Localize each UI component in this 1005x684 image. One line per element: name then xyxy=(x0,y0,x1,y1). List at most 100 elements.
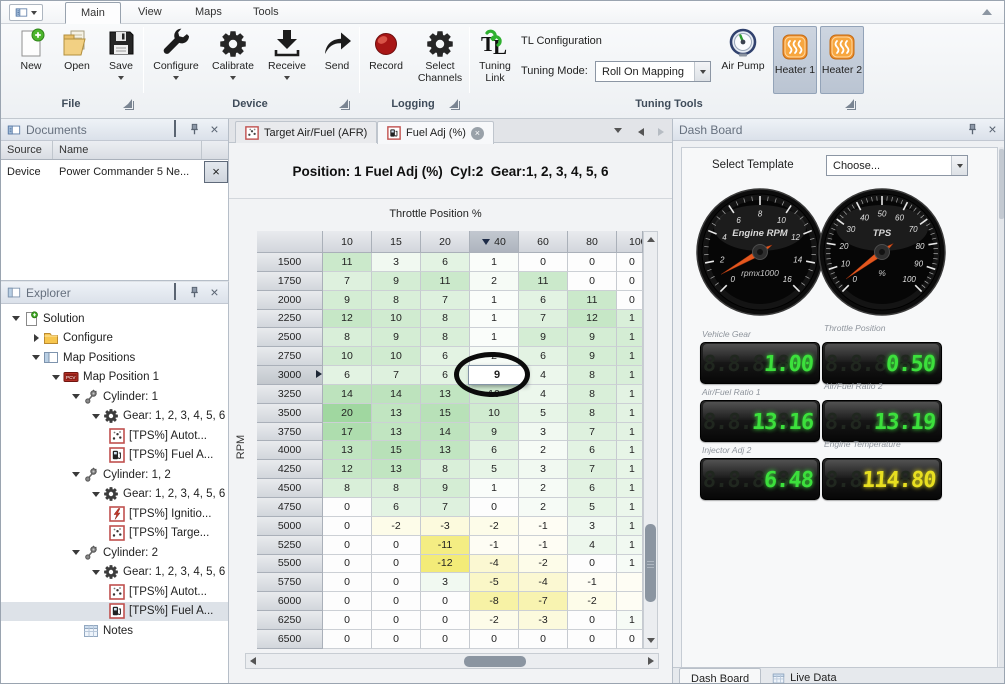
tree-expander-icon[interactable] xyxy=(89,414,103,419)
grid-cell[interactable]: 10 xyxy=(372,347,421,366)
tree-expander-icon[interactable] xyxy=(9,316,23,321)
tuning-link-button[interactable]: TL Tuning Link xyxy=(473,27,517,84)
grid-cell[interactable]: -8 xyxy=(470,592,519,611)
grid-cell[interactable]: 14 xyxy=(323,385,372,404)
grid-cell[interactable]: 2 xyxy=(519,498,568,517)
grid-cell[interactable]: 3 xyxy=(519,423,568,442)
pin-icon[interactable] xyxy=(965,122,980,137)
grid-cell[interactable]: 0 xyxy=(323,555,372,574)
tree-item-map-position-1[interactable]: PCVMap Position 1 xyxy=(1,368,228,388)
grid-cell-clipped[interactable]: 0 xyxy=(617,630,643,649)
grid-cell[interactable]: -3 xyxy=(519,611,568,630)
grid-cell[interactable]: 8 xyxy=(421,310,470,329)
grid-cell[interactable]: 0 xyxy=(323,498,372,517)
tree-expander-icon[interactable] xyxy=(69,550,83,555)
grid-cell[interactable]: -2 xyxy=(519,555,568,574)
grid-cell[interactable]: 9 xyxy=(568,328,617,347)
row-header-4750[interactable]: 4750 xyxy=(257,498,323,517)
grid-cell[interactable]: 7 xyxy=(568,423,617,442)
grid-cell-clipped[interactable]: 1 xyxy=(617,404,643,423)
grid-cell[interactable]: 12 xyxy=(323,460,372,479)
tuning-mode-select[interactable]: Roll On Mapping xyxy=(595,61,711,82)
configure-button[interactable]: Configure xyxy=(148,27,204,80)
heater-1-button[interactable]: Heater 1 xyxy=(773,26,817,94)
grid-cell[interactable]: 0 xyxy=(568,555,617,574)
row-header-3000[interactable]: 3000 xyxy=(257,366,323,385)
tree-expander-icon[interactable] xyxy=(69,394,83,399)
grid-cell[interactable]: 3 xyxy=(372,253,421,272)
column-header-60[interactable]: 60 xyxy=(519,231,568,253)
grid-cell[interactable]: -1 xyxy=(519,536,568,555)
grid-cell[interactable]: 6 xyxy=(421,253,470,272)
grid-cell[interactable]: 0 xyxy=(323,630,372,649)
heater-2-button[interactable]: Heater 2 xyxy=(820,26,864,94)
close-icon[interactable] xyxy=(985,122,1000,137)
grid-cell[interactable]: -11 xyxy=(421,536,470,555)
grid-cell[interactable]: 10 xyxy=(323,347,372,366)
grid-cell[interactable]: 13 xyxy=(372,460,421,479)
grid-cell[interactable]: 17 xyxy=(323,423,372,442)
close-tab-icon[interactable] xyxy=(471,127,484,140)
grid-cell[interactable]: -2 xyxy=(470,611,519,630)
grid-cell-clipped[interactable]: 1 xyxy=(617,498,643,517)
grid-cell[interactable]: 13 xyxy=(421,385,470,404)
ribbon-collapse-icon[interactable] xyxy=(982,9,992,15)
grid-cell[interactable]: 8 xyxy=(421,460,470,479)
grid-cell[interactable]: -1 xyxy=(568,573,617,592)
grid-cell[interactable]: 0 xyxy=(470,498,519,517)
scroll-tabs-right-icon[interactable] xyxy=(658,128,664,136)
grid-cell[interactable]: 11 xyxy=(519,272,568,291)
grid-cell[interactable]: 7 xyxy=(568,460,617,479)
grid-cell[interactable]: 0 xyxy=(372,536,421,555)
air-pump-button[interactable]: Air Pump xyxy=(717,27,769,73)
grid-cell[interactable]: 0 xyxy=(372,592,421,611)
grid-cell[interactable]: 0 xyxy=(372,630,421,649)
row-header-5250[interactable]: 5250 xyxy=(257,536,323,555)
grid-cell[interactable]: -2 xyxy=(470,517,519,536)
grid-cell[interactable]: 2 xyxy=(519,441,568,460)
grid-cell[interactable]: 6 xyxy=(519,347,568,366)
grid-cell[interactable]: 9 xyxy=(372,272,421,291)
grid-cell[interactable]: 3 xyxy=(421,573,470,592)
grid-cell[interactable]: 12 xyxy=(323,310,372,329)
grid-cell[interactable]: 5 xyxy=(470,460,519,479)
grid-cell-clipped[interactable]: 1 xyxy=(617,310,643,329)
grid-cell[interactable]: -7 xyxy=(519,592,568,611)
template-select[interactable]: Choose... xyxy=(826,155,968,176)
grid-cell-clipped[interactable]: 1 xyxy=(617,460,643,479)
column-header-source[interactable]: Source xyxy=(1,141,53,159)
grid-cell[interactable]: 7 xyxy=(519,310,568,329)
row-header-5500[interactable]: 5500 xyxy=(257,555,323,574)
grid-cell[interactable]: 8 xyxy=(372,479,421,498)
grid-cell[interactable]: 6 xyxy=(568,441,617,460)
tuning-tools-dialog-launcher-icon[interactable] xyxy=(847,101,856,110)
document-row[interactable]: Device Power Commander 5 Ne... xyxy=(1,160,228,184)
grid-cell[interactable]: 9 xyxy=(568,347,617,366)
pin-icon[interactable] xyxy=(187,122,202,137)
row-header-2500[interactable]: 2500 xyxy=(257,328,323,347)
tree-item-cylinder-1[interactable]: Cylinder: 1 xyxy=(1,387,228,407)
grid-cell[interactable]: -1 xyxy=(470,536,519,555)
file-dialog-launcher-icon[interactable] xyxy=(125,101,134,110)
ribbon-tab-maps[interactable]: Maps xyxy=(180,2,237,24)
tree-expander-icon[interactable] xyxy=(49,375,63,380)
grid-cell[interactable]: 9 xyxy=(323,291,372,310)
open-button[interactable]: Open xyxy=(55,27,99,73)
maximize-icon[interactable] xyxy=(167,285,182,300)
grid-cell[interactable]: 12 xyxy=(568,310,617,329)
grid-cell-clipped[interactable]: 1 xyxy=(617,328,643,347)
grid-cell[interactable]: 6 xyxy=(372,498,421,517)
send-button[interactable]: Send xyxy=(314,27,360,73)
grid-cell[interactable]: 2 xyxy=(519,479,568,498)
row-header-1500[interactable]: 1500 xyxy=(257,253,323,272)
tab-target-air-fuel[interactable]: Target Air/Fuel (AFR) xyxy=(235,121,377,143)
grid-cell-clipped[interactable]: 1 xyxy=(617,423,643,442)
row-header-5750[interactable]: 5750 xyxy=(257,573,323,592)
grid-cell[interactable]: 8 xyxy=(323,479,372,498)
column-header-40[interactable]: 40 xyxy=(470,231,519,253)
column-header-name[interactable]: Name xyxy=(53,141,202,159)
grid-cell[interactable]: 4 xyxy=(519,366,568,385)
grid-cell-clipped[interactable]: 1 xyxy=(617,517,643,536)
maximize-icon[interactable] xyxy=(167,122,182,137)
tree-item-tps-fuel-a[interactable]: [TPS%] Fuel A... xyxy=(1,446,228,466)
